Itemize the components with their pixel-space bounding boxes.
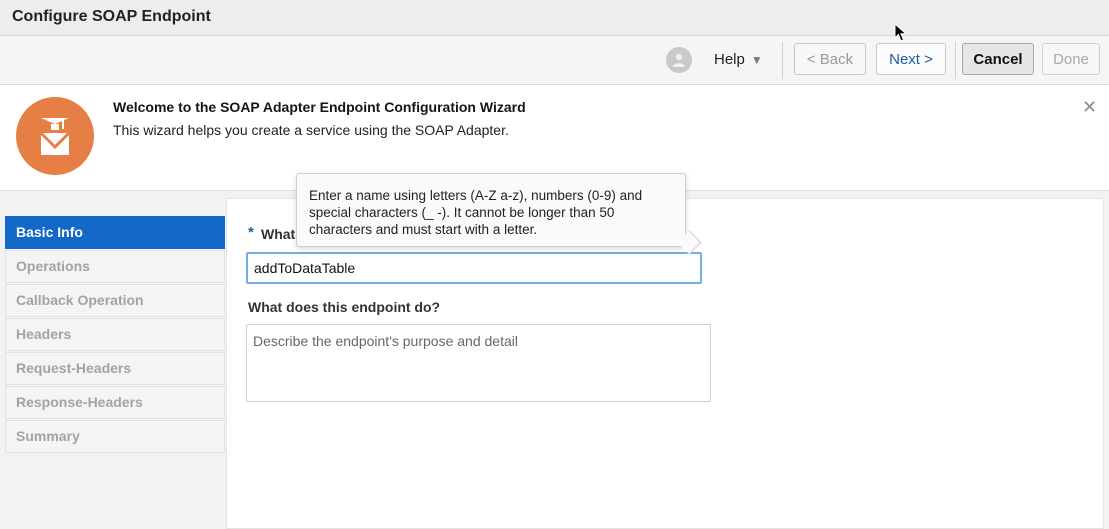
help-menu[interactable]: Help ▼ <box>714 51 763 68</box>
name-hint-tooltip: Enter a name using letters (A-Z a-z), nu… <box>296 173 702 255</box>
nav-item-summary[interactable]: Summary <box>5 420 225 453</box>
window-title: Configure SOAP Endpoint <box>12 8 211 25</box>
toolbar-divider <box>955 42 956 79</box>
nav-item-callback-operation[interactable]: Callback Operation <box>5 284 225 317</box>
user-avatar-icon[interactable] <box>666 47 692 73</box>
nav-item-response-headers[interactable]: Response-Headers <box>5 386 225 419</box>
welcome-title: Welcome to the SOAP Adapter Endpoint Con… <box>113 99 526 115</box>
close-icon[interactable]: ✕ <box>1082 97 1097 118</box>
endpoint-name-label: What <box>261 226 296 242</box>
title-bar: Configure SOAP Endpoint <box>0 0 1109 36</box>
wizard-toolbar: Help ▼ < Back Next > Cancel Done <box>0 36 1109 85</box>
nav-item-headers[interactable]: Headers <box>5 318 225 351</box>
toolbar-divider <box>782 42 783 79</box>
endpoint-description-field[interactable] <box>246 324 711 402</box>
help-label: Help <box>714 51 745 68</box>
chevron-down-icon: ▼ <box>750 53 763 67</box>
nav-item-operations[interactable]: Operations <box>5 250 225 283</box>
mouse-cursor-icon <box>894 23 908 42</box>
nav-item-basic-info[interactable]: Basic Info <box>5 216 225 249</box>
endpoint-description-label: What does this endpoint do? <box>248 299 441 315</box>
wizard-steps-nav: Basic Info Operations Callback Operation… <box>5 216 225 454</box>
done-button[interactable]: Done <box>1042 43 1100 75</box>
nav-item-request-headers[interactable]: Request-Headers <box>5 352 225 385</box>
wizard-icon <box>16 97 94 175</box>
tooltip-text: Enter a name using letters (A-Z a-z), nu… <box>309 188 643 237</box>
endpoint-name-input[interactable] <box>246 252 702 284</box>
next-button[interactable]: Next > <box>876 43 946 75</box>
back-button[interactable]: < Back <box>794 43 866 75</box>
required-marker: * <box>248 224 254 241</box>
cancel-button[interactable]: Cancel <box>962 43 1034 75</box>
welcome-description: This wizard helps you create a service u… <box>113 122 509 138</box>
